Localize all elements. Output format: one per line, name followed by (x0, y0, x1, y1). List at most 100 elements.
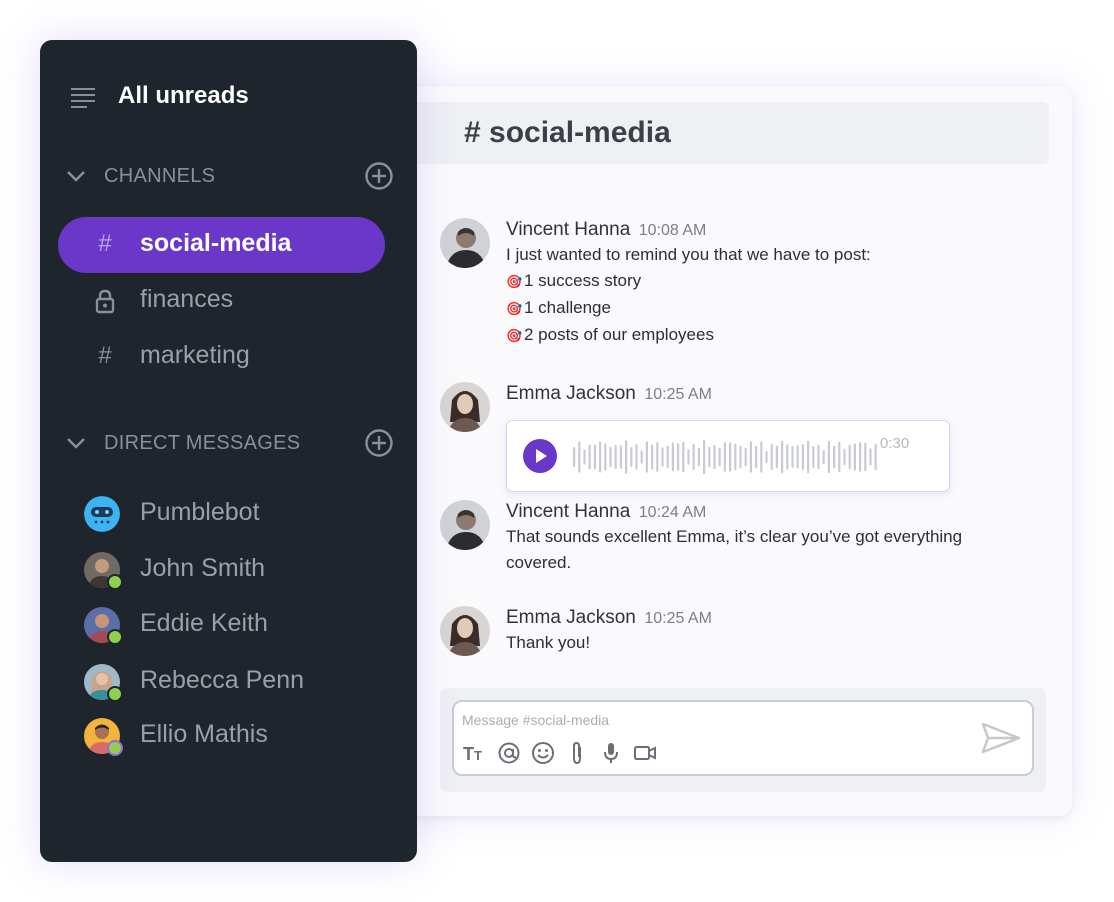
waveform-bar (770, 443, 773, 471)
attach-icon[interactable] (564, 740, 590, 766)
message-time: 10:25 AM (644, 610, 712, 627)
all-unreads[interactable]: All unreads (70, 80, 370, 114)
avatar-vincent-hanna[interactable] (440, 500, 490, 550)
list-item-text: 1 success story (524, 271, 642, 290)
chevron-down-icon[interactable] (64, 167, 88, 185)
waveform-bar (609, 446, 612, 468)
video-icon[interactable] (632, 740, 658, 766)
waveform-bar (677, 443, 680, 471)
dm-label: Rebecca Penn (140, 666, 305, 694)
dm-label: Eddie Keith (140, 609, 268, 637)
waveform-bar (682, 441, 685, 473)
chevron-down-icon[interactable] (64, 434, 88, 452)
message-author[interactable]: Emma Jackson (506, 607, 636, 628)
channels-section-header[interactable]: CHANNELS (64, 159, 394, 193)
dm-john-smith[interactable]: John Smith (84, 550, 384, 590)
channel-label: finances (140, 285, 234, 313)
waveform-bar (796, 445, 799, 469)
list-item: 🎯 1 challenge (506, 295, 1046, 322)
waveform-bar (692, 444, 695, 470)
waveform-bar (739, 445, 742, 469)
message-author[interactable]: Vincent Hanna (506, 501, 630, 522)
waveform-bar (755, 445, 758, 469)
waveform-bar (703, 440, 706, 474)
target-icon: 🎯 (506, 328, 523, 343)
target-icon: 🎯 (506, 301, 523, 316)
sidebar: All unreads CHANNELS # social-media fina… (40, 40, 417, 862)
message-text: That sounds excellent Emma, it’s clear y… (506, 527, 963, 546)
send-icon[interactable] (980, 720, 1022, 756)
message-text: covered. (506, 553, 572, 572)
voice-message: 0:30 (506, 420, 950, 492)
channel-label: social-media (140, 229, 292, 257)
waveform[interactable] (571, 437, 881, 477)
dm-section-header[interactable]: DIRECT MESSAGES (64, 426, 394, 460)
add-channel-icon[interactable] (364, 161, 394, 191)
waveform-bar (749, 441, 752, 473)
channel-social-media[interactable]: # social-media (58, 217, 385, 273)
waveform-bar (661, 447, 664, 467)
add-dm-icon[interactable] (364, 428, 394, 458)
message-time: 10:24 AM (638, 504, 707, 521)
microphone-icon[interactable] (598, 740, 624, 766)
waveform-bar (578, 441, 581, 473)
online-status (107, 629, 123, 645)
waveform-bar (869, 448, 872, 466)
waveform-bar (744, 447, 747, 467)
waveform-bar (640, 450, 643, 464)
waveform-bar (583, 449, 586, 465)
composer-box: T T (452, 700, 1034, 776)
waveform-bar (604, 443, 607, 471)
message-time: 10:08 AM (638, 222, 707, 239)
waveform-bar (718, 447, 721, 467)
waveform-bar (734, 443, 737, 471)
waveform-bar (874, 444, 877, 470)
waveform-bar (853, 443, 856, 471)
hash-icon: # (98, 342, 112, 369)
waveform-bar (827, 440, 830, 474)
waveform-bar (807, 440, 810, 474)
waveform-bar (723, 442, 726, 472)
dm-label: Pumblebot (140, 498, 260, 526)
channel-finances[interactable]: finances (58, 273, 385, 329)
message-time: 10:25 AM (644, 386, 712, 403)
avatar-vincent-hanna[interactable] (440, 218, 490, 268)
message-input[interactable] (462, 710, 942, 730)
avatar-emma-jackson[interactable] (440, 382, 490, 432)
dm-rebecca-penn[interactable]: Rebecca Penn (84, 662, 384, 702)
waveform-bar (651, 444, 654, 470)
waveform-bar (775, 445, 778, 469)
message-author[interactable]: Vincent Hanna (506, 219, 630, 240)
hash-icon: # (98, 230, 112, 257)
chat-header: # social-media (404, 102, 1049, 164)
waveform-bar (614, 445, 617, 469)
waveform-bar (666, 445, 669, 469)
list-item-text: 1 challenge (524, 298, 611, 317)
list-icon (71, 88, 95, 108)
text-format-icon[interactable]: T T (462, 740, 488, 766)
waveform-bar (625, 440, 628, 474)
waveform-bar (729, 442, 732, 472)
chat-panel: # social-media Vincent Hanna 10:08 AM I … (376, 86, 1072, 816)
list-item: 🎯 1 success story (506, 268, 1046, 295)
message-body: Emma Jackson 10:25 AM (506, 382, 1046, 406)
play-button[interactable] (523, 439, 557, 473)
emoji-icon[interactable] (530, 740, 556, 766)
dm-ellio-mathis[interactable]: Ellio Mathis (84, 716, 384, 756)
waveform-bar (843, 448, 846, 466)
waveform-bar (848, 444, 851, 470)
channel-label: marketing (140, 341, 250, 369)
dm-label: Ellio Mathis (140, 720, 268, 748)
waveform-bar (697, 447, 700, 467)
dm-eddie-keith[interactable]: Eddie Keith (84, 605, 384, 645)
dm-pumblebot[interactable]: Pumblebot (84, 494, 384, 534)
waveform-bar (786, 444, 789, 470)
waveform-bar (645, 441, 648, 473)
message-body: Vincent Hanna 10:08 AM I just wanted to … (506, 218, 1046, 349)
message-author[interactable]: Emma Jackson (506, 383, 636, 404)
dm-label: John Smith (140, 554, 266, 582)
mention-icon[interactable] (496, 740, 522, 766)
avatar-emma-jackson[interactable] (440, 606, 490, 656)
waveform-bar (687, 449, 690, 465)
channel-marketing[interactable]: # marketing (58, 329, 385, 385)
